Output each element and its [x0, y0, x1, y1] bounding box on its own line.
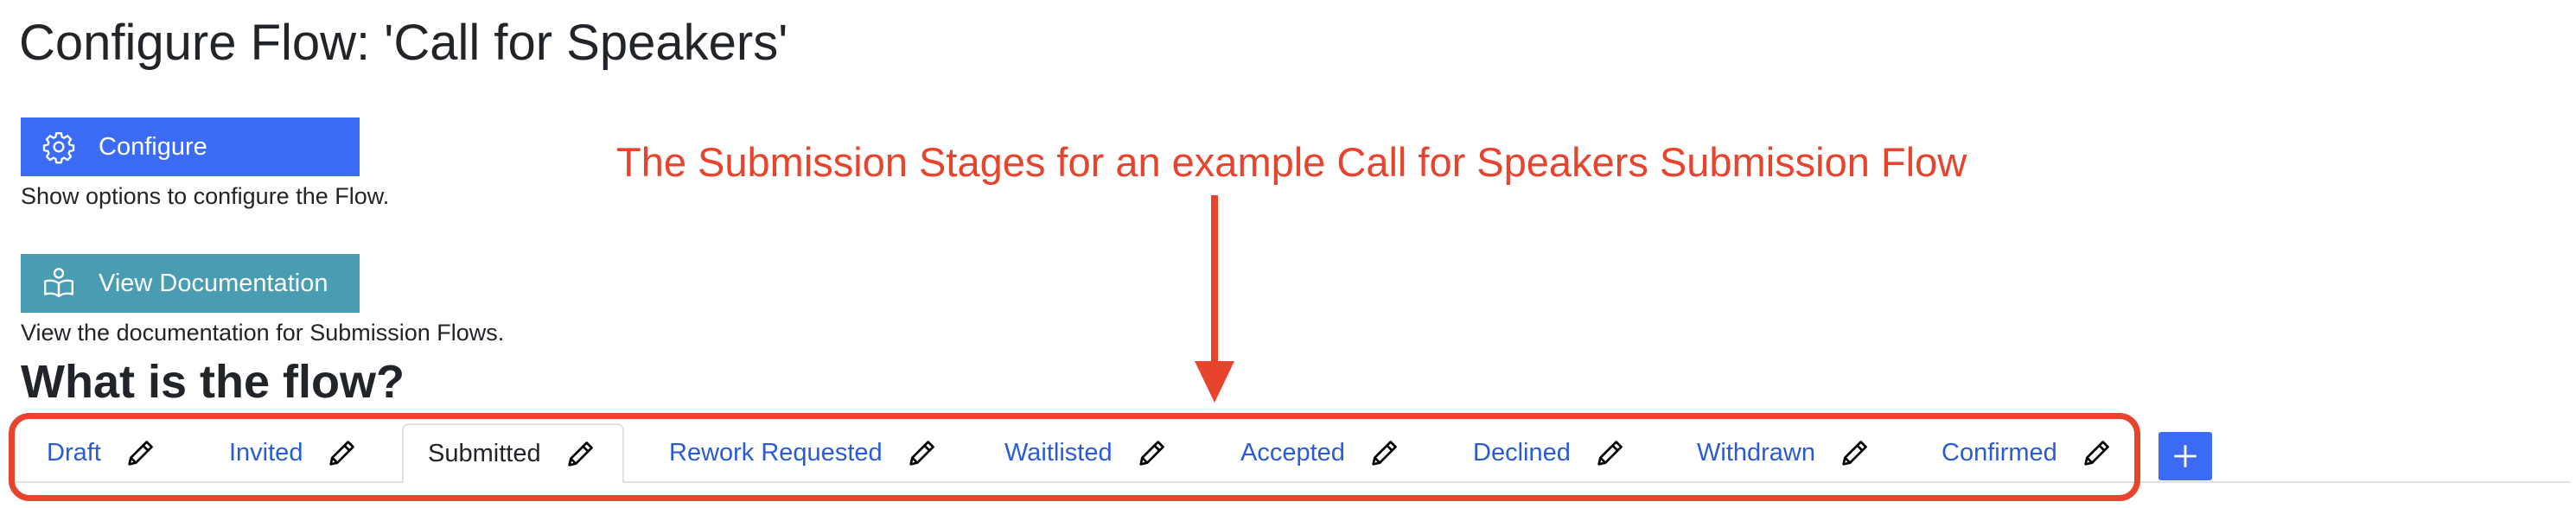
gear-icon [41, 130, 76, 164]
annotation-text: The Submission Stages for an example Cal… [616, 139, 1967, 185]
plus-icon [2171, 441, 2200, 471]
configure-help-text: Show options to configure the Flow. [21, 183, 390, 209]
book-icon [41, 266, 76, 301]
add-stage-button[interactable] [2158, 432, 2212, 480]
configure-button[interactable]: Configure [21, 117, 360, 176]
configure-button-label: Configure [99, 132, 207, 161]
page-title: Configure Flow: 'Call for Speakers' [19, 15, 788, 71]
view-documentation-button-label: View Documentation [99, 269, 328, 297]
documentation-help-text: View the documentation for Submission Fl… [21, 320, 505, 346]
flow-heading: What is the flow? [21, 356, 405, 408]
view-documentation-button[interactable]: View Documentation [21, 254, 360, 313]
annotation-arrow-icon [1195, 195, 1234, 403]
annotation-highlight-box [9, 413, 2140, 501]
